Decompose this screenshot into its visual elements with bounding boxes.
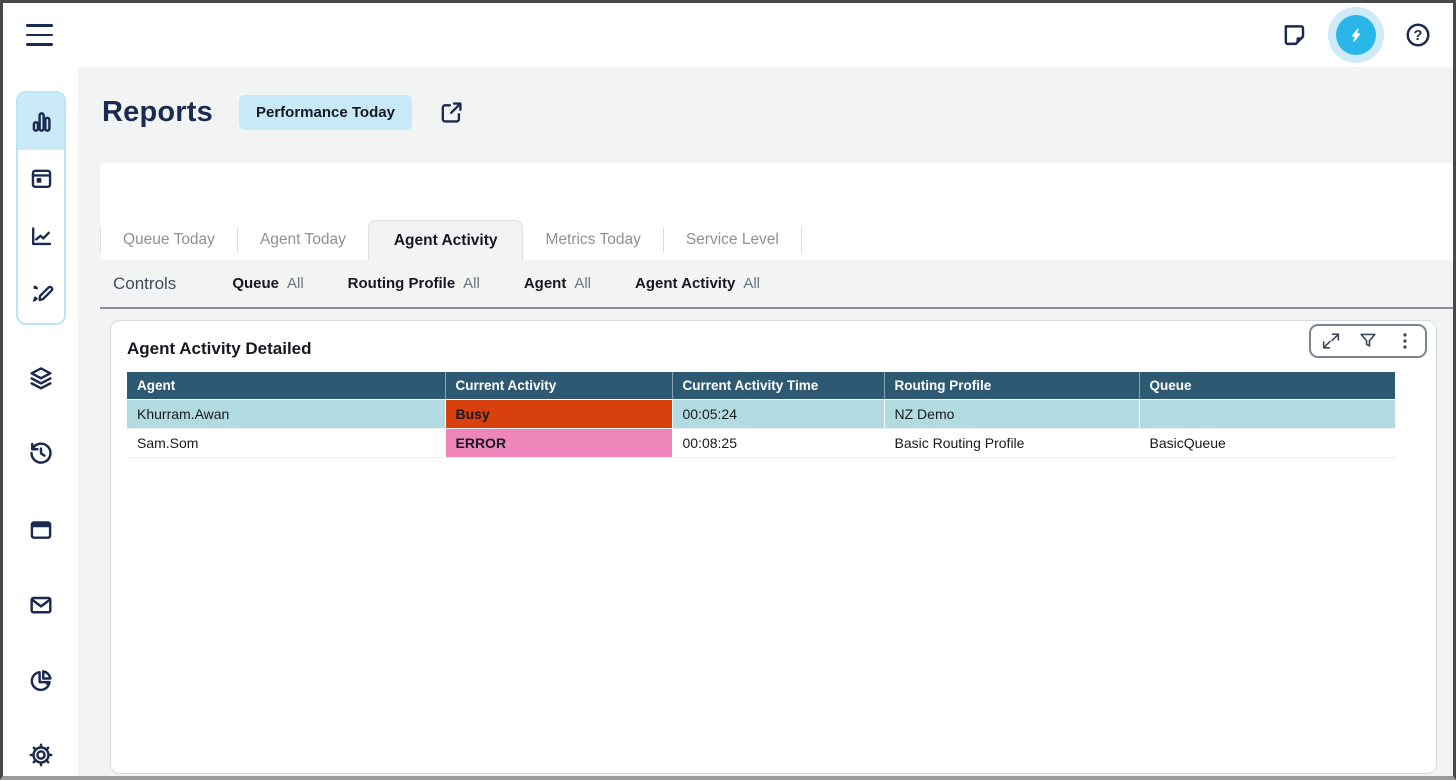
sidebar-item-calendar[interactable]: [18, 150, 64, 208]
settings-gear-icon: [27, 741, 55, 769]
pie-chart-icon: [27, 666, 55, 694]
sidebar-item-pie-chart[interactable]: [3, 666, 78, 694]
filter-agent-activity[interactable]: Agent Activity All: [635, 275, 760, 292]
cell-routing-profile: NZ Demo: [884, 399, 1139, 428]
sidebar: [3, 67, 78, 776]
bar-chart-icon: [27, 108, 55, 136]
controls-bar: Controls Queue All Routing Profile All A…: [100, 260, 1453, 309]
card-action-toolbar: [1309, 324, 1427, 358]
svg-text:?: ?: [1414, 28, 1423, 44]
filter-funnel-icon[interactable]: [1357, 330, 1379, 352]
topbar-actions: ?: [1280, 3, 1432, 67]
tab-service-level[interactable]: Service Level: [664, 220, 801, 260]
filter-queue[interactable]: Queue All: [232, 275, 303, 292]
cell-current-activity-time: 00:05:24: [672, 399, 884, 428]
table-header-row: Agent Current Activity Current Activity …: [127, 372, 1395, 399]
performance-today-badge[interactable]: Performance Today: [239, 95, 412, 130]
controls-label: Controls: [113, 274, 176, 294]
sidebar-item-settings[interactable]: [3, 741, 78, 769]
card-title: Agent Activity Detailed: [127, 339, 1436, 359]
feedback-note-icon[interactable]: [1280, 21, 1308, 49]
tab-separator: [801, 227, 802, 253]
filter-routing-profile[interactable]: Routing Profile All: [348, 275, 480, 292]
top-bar: ?: [3, 3, 1453, 67]
hamburger-menu-icon[interactable]: [26, 22, 54, 48]
cell-current-activity-time: 00:08:25: [672, 428, 884, 457]
cell-agent: Khurram.Awan: [127, 399, 445, 428]
cell-queue: BasicQueue: [1139, 428, 1395, 457]
sidebar-item-mail[interactable]: [3, 591, 78, 619]
sidebar-item-metrics[interactable]: [18, 208, 64, 266]
report-tabs: Queue Today Agent Today Agent Activity M…: [100, 220, 1453, 260]
agent-activity-table: Agent Current Activity Current Activity …: [127, 372, 1395, 458]
sidebar-item-design[interactable]: [18, 265, 64, 323]
column-header-queue[interactable]: Queue: [1139, 372, 1395, 399]
lightning-assistant-button[interactable]: [1336, 15, 1376, 55]
tab-metrics-today[interactable]: Metrics Today: [523, 220, 662, 260]
paint-brush-icon: [28, 281, 55, 308]
filter-agent[interactable]: Agent All: [524, 275, 591, 292]
mail-icon: [27, 591, 55, 619]
help-icon[interactable]: ?: [1404, 21, 1432, 49]
kebab-menu-icon[interactable]: [1394, 330, 1416, 352]
table-row: Khurram.Awan Busy 00:05:24 NZ Demo: [127, 399, 1395, 428]
sidebar-item-history[interactable]: [3, 439, 78, 467]
sidebar-item-window[interactable]: [3, 516, 78, 544]
calendar-icon: [28, 165, 55, 192]
column-header-current-activity-time[interactable]: Current Activity Time: [672, 372, 884, 399]
history-icon: [27, 439, 55, 467]
sidebar-reports-group: [16, 91, 66, 325]
page-title: Reports: [102, 96, 213, 129]
cell-queue: [1139, 399, 1395, 428]
cell-routing-profile: Basic Routing Profile: [884, 428, 1139, 457]
cell-current-activity: ERROR: [445, 428, 672, 457]
agent-activity-card: Agent Activity Detailed Agent Current Ac…: [110, 320, 1437, 774]
tab-queue-today[interactable]: Queue Today: [101, 220, 237, 260]
cell-current-activity: Busy: [445, 399, 672, 428]
sidebar-item-reports[interactable]: [18, 93, 64, 150]
line-chart-icon: [28, 223, 55, 250]
window-icon: [27, 516, 55, 544]
cell-agent: Sam.Som: [127, 428, 445, 457]
report-panel: Queue Today Agent Today Agent Activity M…: [100, 163, 1453, 260]
main-content: Reports Performance Today Queue Today Ag…: [78, 67, 1453, 776]
tab-agent-activity[interactable]: Agent Activity: [368, 220, 524, 260]
table-row: Sam.Som ERROR 00:08:25 Basic Routing Pro…: [127, 428, 1395, 457]
expand-icon[interactable]: [1320, 330, 1342, 352]
sidebar-item-layers[interactable]: [3, 364, 78, 392]
column-header-current-activity[interactable]: Current Activity: [445, 372, 672, 399]
tab-agent-today[interactable]: Agent Today: [238, 220, 368, 260]
app-window: ?: [0, 0, 1456, 780]
external-link-icon[interactable]: [438, 99, 465, 126]
column-header-routing-profile[interactable]: Routing Profile: [884, 372, 1139, 399]
column-header-agent[interactable]: Agent: [127, 372, 445, 399]
layers-icon: [27, 364, 55, 392]
